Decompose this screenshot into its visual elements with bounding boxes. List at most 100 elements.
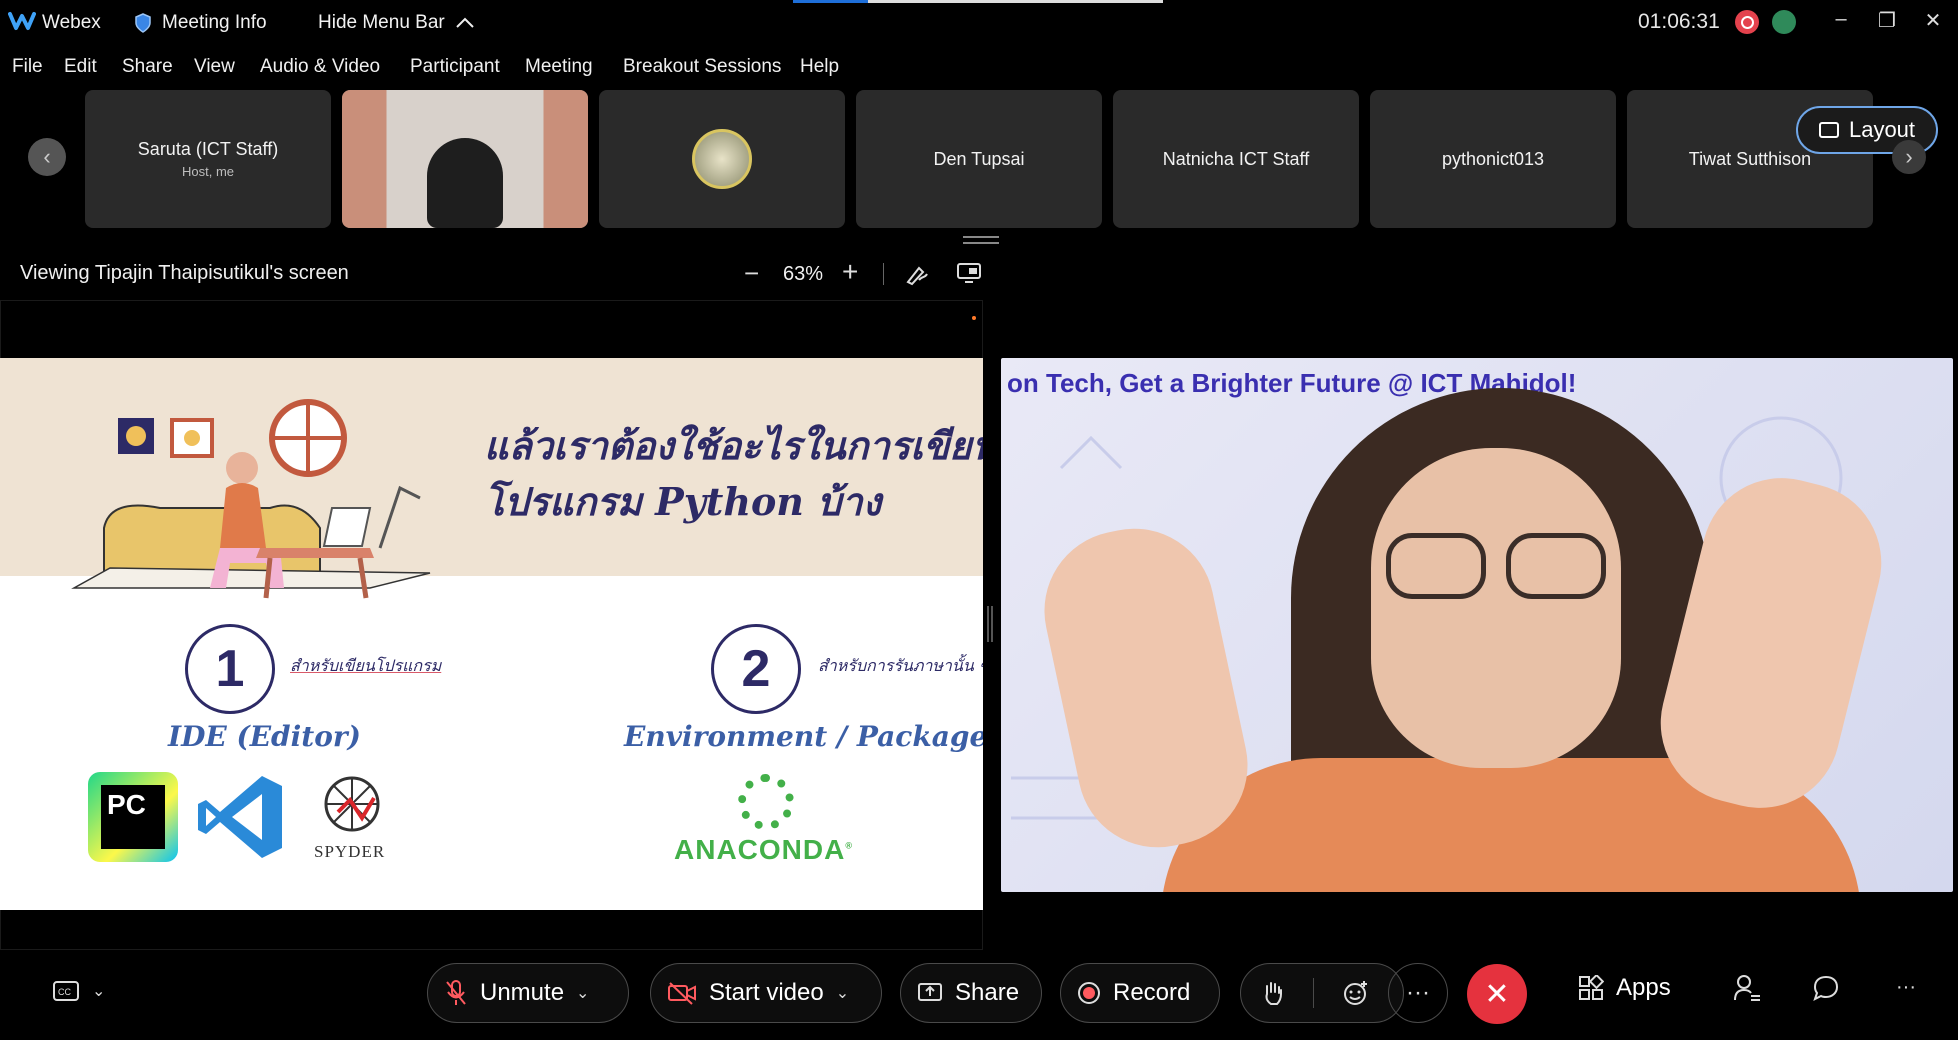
presentation-slide: แล้วเราต้องใช้อะไรในการเขียน โปรแกรม Pyt…	[0, 358, 983, 910]
menu-meeting[interactable]: Meeting	[525, 56, 593, 78]
chevron-up-icon	[456, 17, 474, 28]
menu-help[interactable]: Help	[800, 56, 839, 78]
network-stats-icon[interactable]	[1772, 10, 1796, 34]
anaconda-logo-icon	[738, 774, 794, 830]
spyder-logo-text: SPYDER	[314, 842, 386, 861]
participant-tile[interactable]	[599, 90, 845, 228]
menu-file[interactable]: File	[12, 56, 43, 78]
chevron-down-icon: ⌄	[92, 983, 106, 1000]
chevron-down-icon: ⌄	[576, 985, 590, 1002]
participant-video-tile[interactable]	[342, 90, 588, 228]
unmute-button[interactable]: Unmute ⌄	[427, 963, 629, 1023]
webex-logo-icon	[8, 12, 36, 30]
unmute-label: Unmute	[480, 979, 565, 1006]
chat-icon[interactable]	[1812, 974, 1840, 1002]
share-label: Share	[955, 979, 1020, 1006]
menu-share[interactable]: Share	[122, 56, 173, 78]
zoom-out-button[interactable]: −	[744, 258, 759, 289]
reactions-group	[1240, 963, 1404, 1023]
menu-view[interactable]: View	[194, 56, 235, 78]
participant-strip: ‹ Saruta (ICT Staff) Host, me Den Tupsai…	[0, 88, 1958, 230]
participant-tile[interactable]: pythonict013	[1370, 90, 1616, 228]
share-button[interactable]: Share	[900, 963, 1042, 1023]
speaker-glasses-right	[1506, 533, 1606, 599]
participant-tile[interactable]: Den Tupsai	[856, 90, 1102, 228]
step-2-number: 2	[711, 624, 801, 714]
menu-edit[interactable]: Edit	[64, 56, 97, 78]
chevron-down-icon: ⌄	[835, 985, 850, 1002]
menu-audio-video[interactable]: Audio & Video	[260, 56, 380, 78]
apps-button[interactable]: Apps	[1578, 974, 1671, 1002]
participants-icon[interactable]	[1733, 974, 1761, 1002]
slide-title-line-2: โปรแกรม Python บ้าง	[484, 479, 882, 524]
recording-indicator-icon[interactable]	[1735, 10, 1759, 34]
participant-name: Tiwat Sutthison	[1688, 148, 1812, 169]
meeting-controls-bar: CC ⌄ Unmute ⌄ Start video ⌄ Share Record…	[0, 956, 1958, 1040]
leave-meeting-button[interactable]: ✕	[1467, 964, 1527, 1024]
svg-text:CC: CC	[58, 987, 71, 997]
screen-options-icon[interactable]	[956, 262, 982, 284]
closed-captions-icon: CC	[53, 981, 79, 1001]
more-options-button[interactable]: ···	[1388, 963, 1448, 1023]
start-video-label: Start video	[709, 979, 824, 1006]
share-screen-icon	[918, 983, 942, 1001]
zoom-in-button[interactable]: +	[842, 256, 858, 288]
slide-title: แล้วเราต้องใช้อะไรในการเขียน โปรแกรม Pyt…	[484, 418, 983, 530]
apps-label: Apps	[1616, 974, 1671, 1001]
hide-menu-bar-label: Hide Menu Bar	[318, 12, 445, 33]
captions-button[interactable]: CC ⌄	[52, 980, 105, 1002]
layout-label: Layout	[1848, 117, 1916, 142]
viewing-label: Viewing Tipajin Thaipisutikul's screen	[20, 262, 349, 284]
meeting-timer: 01:06:31	[1638, 10, 1720, 33]
step-1-heading: IDE (Editor)	[168, 720, 361, 753]
raise-hand-icon[interactable]	[1261, 980, 1285, 1006]
close-window-button[interactable]: ✕	[1918, 8, 1948, 36]
divider	[883, 263, 884, 285]
participant-tile[interactable]: Saruta (ICT Staff) Host, me	[85, 90, 331, 228]
workspace-illustration	[71, 399, 431, 599]
microphone-muted-icon	[446, 980, 466, 1005]
minimize-button[interactable]: –	[1826, 8, 1856, 36]
speaker-glasses-left	[1386, 533, 1486, 599]
hide-menu-bar-button[interactable]: Hide Menu Bar	[318, 12, 475, 34]
meeting-info-button[interactable]: Meeting Info	[134, 12, 267, 34]
menu-breakout-sessions[interactable]: Breakout Sessions	[623, 56, 781, 78]
camera-off-icon	[668, 982, 696, 1005]
meeting-info-label: Meeting Info	[162, 12, 267, 33]
record-icon	[1078, 982, 1100, 1004]
restore-button[interactable]: ❐	[1872, 8, 1902, 36]
annotate-icon[interactable]	[905, 262, 929, 286]
app-name: Webex	[42, 12, 101, 33]
apps-grid-icon	[1579, 975, 1604, 1000]
record-label: Record	[1113, 979, 1191, 1006]
pycharm-logo-icon: PC	[88, 772, 178, 862]
divider	[1313, 978, 1314, 1008]
split-resize-handle[interactable]	[987, 606, 993, 642]
strip-next-button[interactable]: ›	[1892, 140, 1926, 174]
active-speaker-video[interactable]: on Tech, Get a Brighter Future @ ICT Mah…	[1001, 358, 1953, 892]
overflow-menu-button[interactable]: ···	[1896, 976, 1916, 999]
step-2-caption: สำหรับการรันภาษานั้น ๆ	[818, 656, 983, 675]
strip-prev-button[interactable]: ‹	[28, 138, 66, 176]
participant-name: Den Tupsai	[933, 148, 1025, 169]
record-button[interactable]: Record	[1060, 963, 1220, 1023]
participant-name: Saruta (ICT Staff)	[137, 139, 279, 159]
title-bar: Webex Meeting Info Hide Menu Bar 01:06:3…	[0, 0, 1958, 44]
anaconda-logo-text: ANACONDA®	[674, 834, 853, 865]
pycharm-logo-text: PC	[101, 785, 165, 849]
strip-resize-handle[interactable]	[963, 236, 999, 244]
reactions-icon[interactable]	[1342, 979, 1370, 1007]
step-1-caption: สำหรับเขียนโปรแกรม	[290, 656, 442, 675]
step-1-number: 1	[185, 624, 275, 714]
step-2-heading: Environment / Package	[624, 720, 983, 753]
pointer-dot	[972, 316, 976, 320]
layout-icon	[1818, 122, 1839, 138]
share-progress-indicator	[793, 0, 1163, 3]
avatar	[692, 129, 752, 189]
speaker-face	[1371, 448, 1621, 768]
start-video-button[interactable]: Start video ⌄	[650, 963, 882, 1023]
participant-head	[427, 138, 503, 228]
menu-participant[interactable]: Participant	[410, 56, 500, 78]
close-icon: ✕	[1484, 977, 1510, 1011]
participant-tile[interactable]: Natnicha ICT Staff	[1113, 90, 1359, 228]
